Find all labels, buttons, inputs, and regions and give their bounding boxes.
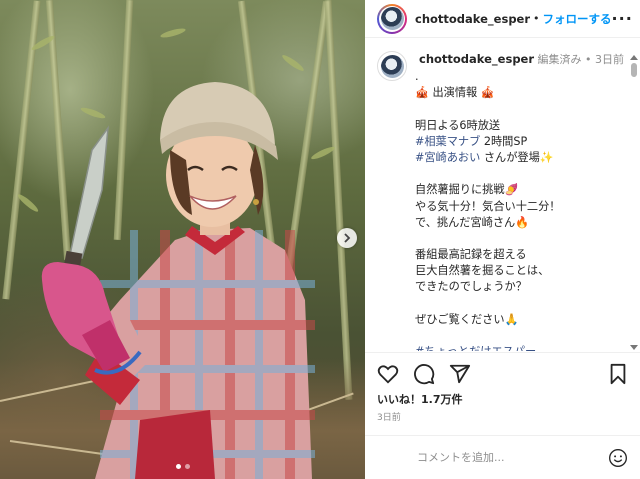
avatar-image: [380, 54, 404, 78]
carousel-dot-active: [175, 464, 181, 469]
caption-line: で、挑んだ宮崎さん🔥: [415, 215, 630, 231]
more-options-icon[interactable]: ···: [612, 9, 633, 28]
caption-username[interactable]: chottodake_esper: [419, 52, 534, 66]
header-separator: •: [533, 12, 540, 25]
bookmark-icon[interactable]: [608, 363, 628, 385]
caption-line: 明日よる6時放送: [415, 118, 630, 134]
caption-line-text: 明日よる6時放送: [415, 118, 501, 132]
comment-icon[interactable]: [413, 363, 435, 385]
caption-line: [415, 101, 630, 117]
person-illustration: [41, 82, 315, 479]
caption-line-text: .: [415, 70, 419, 83]
caption-line-text: 🎪 出演情報 🎪: [415, 86, 495, 100]
scroll-down-arrow[interactable]: [630, 345, 638, 350]
caption-line: 番組最高記録を超える: [415, 247, 630, 263]
caption-line: できたのでしょうか？: [415, 279, 630, 295]
hashtag-link[interactable]: #宮崎あおい: [415, 151, 480, 164]
caption-line: [415, 328, 630, 344]
caption-line-text: できたのでしょうか？: [415, 280, 527, 294]
carousel-indicator: [0, 464, 365, 469]
avatar-image: [380, 7, 404, 30]
comment-input[interactable]: [417, 451, 597, 464]
caption-line: 自然薯掘りに挑戦🍠: [415, 182, 630, 198]
post-detail-panel: chottodake_esper • フォローする ··· chottodake…: [365, 0, 640, 479]
author-avatar[interactable]: [377, 3, 407, 34]
caption-author-avatar[interactable]: [377, 51, 407, 81]
caption-line-text: やる気十分！気合い十二分！: [415, 199, 561, 213]
caption-line: [415, 166, 630, 182]
machete-blade: [69, 125, 110, 259]
caption-line: #ちょっとだけエスパー: [415, 344, 630, 351]
edited-label: 編集済み: [537, 53, 582, 66]
earring: [253, 199, 259, 205]
caption-line-text: で、挑んだ宮崎さん🔥: [415, 215, 530, 229]
post-photo[interactable]: [0, 0, 365, 479]
hashtag-link[interactable]: #相葉マナブ: [415, 135, 480, 148]
caption-line: ぜひご覧ください🙏: [415, 312, 630, 328]
caption-line: #相葉マナブ 2時間SP: [415, 134, 630, 150]
caption-text: . 🎪 出演情報 🎪 明日よる6時放送 #相葉マナブ 2時間SP #宮崎あおい さんが登…: [415, 69, 630, 351]
next-photo-button[interactable]: [337, 228, 357, 248]
post-header: chottodake_esper • フォローする ···: [365, 0, 640, 38]
caption-line: #宮崎あおい さんが登場✨: [415, 150, 630, 166]
caption-line: やる気十分！気合い十二分！: [415, 199, 630, 215]
caption-area: chottodake_esper 編集済み • 3日前 . 🎪 出演情報 🎪 明日よ…: [365, 39, 640, 351]
caption-line-text: 2時間SP: [480, 134, 528, 148]
comment-box: [365, 435, 640, 479]
action-bar: [365, 353, 640, 395]
carousel-dot: [184, 464, 190, 469]
caption-line: [415, 231, 630, 247]
caption-time[interactable]: 3日前: [595, 53, 624, 66]
caption-line-text: 巨大自然薯を掘ることは、: [415, 264, 550, 278]
caption-line: 巨大自然薯を掘ることは、: [415, 263, 630, 279]
scroll-up-arrow[interactable]: [630, 55, 638, 60]
author-username[interactable]: chottodake_esper: [415, 12, 530, 26]
chevron-right-icon: [344, 233, 351, 243]
caption-line: .: [415, 69, 630, 85]
heart-icon[interactable]: [377, 363, 399, 385]
caption-line-text: 自然薯掘りに挑戦🍠: [415, 183, 519, 197]
caption-line-text: 番組最高記録を超える: [415, 248, 527, 262]
emoji-icon[interactable]: [608, 448, 628, 468]
caption-line: 🎪 出演情報 🎪: [415, 85, 630, 101]
caption-line-text: ぜひご覧ください🙏: [415, 312, 519, 326]
post-date: 3日前: [377, 413, 401, 423]
like-count[interactable]: いいね！1.7万件: [365, 391, 640, 407]
caption-separator: •: [585, 53, 592, 66]
scroll-thumb[interactable]: [631, 63, 637, 77]
actions-area: いいね！1.7万件 3日前: [365, 352, 640, 423]
follow-button[interactable]: フォローする: [543, 11, 612, 27]
caption-scrollbar[interactable]: [630, 55, 638, 350]
send-icon[interactable]: [449, 363, 471, 385]
hashtag-link[interactable]: #ちょっとだけエスパー: [415, 345, 536, 351]
caption-line: [415, 296, 630, 312]
caption-line-text: さんが登場✨: [480, 150, 554, 164]
